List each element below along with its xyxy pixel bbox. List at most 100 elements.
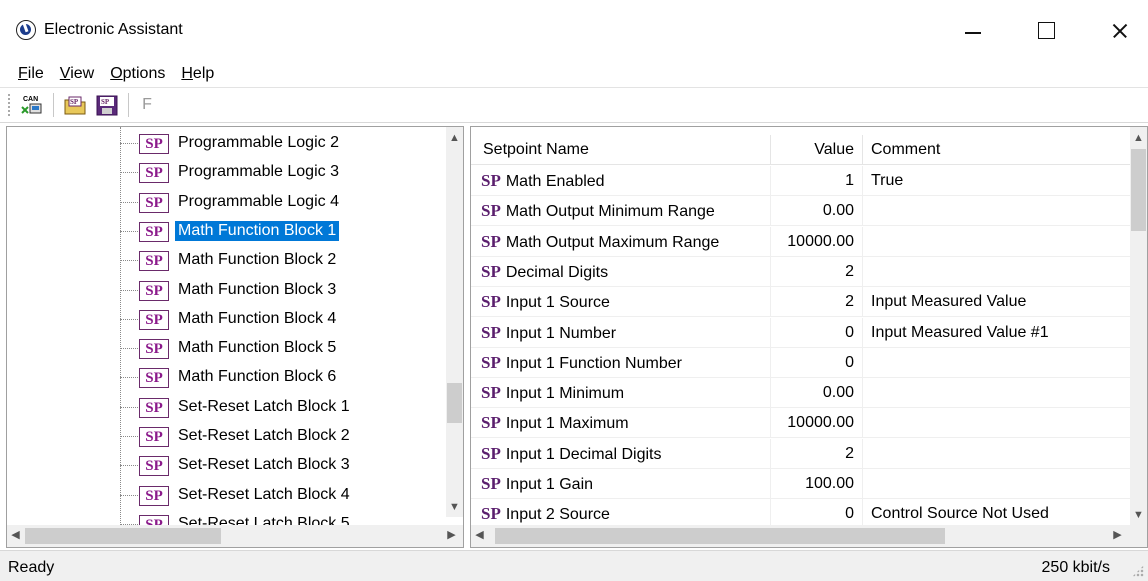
- setpoint-value-cell[interactable]: 0: [771, 347, 863, 378]
- setpoint-name-cell[interactable]: SP Input 1 Source: [471, 287, 771, 318]
- column-header-comment[interactable]: Comment: [863, 135, 1131, 165]
- setpoint-value-cell[interactable]: 0: [771, 317, 863, 348]
- setpoint-grid-pane[interactable]: Setpoint Name Value Comment SP Math Enabl…: [470, 126, 1148, 548]
- scroll-up-arrow-icon[interactable]: ▲: [1130, 130, 1147, 147]
- setpoint-value-cell[interactable]: 0.00: [771, 196, 863, 227]
- toolbar-grip[interactable]: [8, 94, 11, 116]
- menu-file[interactable]: File: [10, 63, 52, 83]
- can-connect-icon[interactable]: CAN: [19, 92, 45, 118]
- table-row[interactable]: SP Input 1 Number 0 Input Measured Value #1: [471, 317, 1131, 348]
- toolbar-separator: [128, 93, 129, 117]
- tree-item-label: Programmable Logic 4: [178, 192, 339, 210]
- tree-item[interactable]: SP Set-Reset Latch Block 1: [7, 393, 437, 422]
- setpoint-name-cell[interactable]: SP Math Enabled: [471, 166, 771, 196]
- tree-item[interactable]: SP Math Function Block 1: [7, 217, 437, 246]
- table-row[interactable]: SP Input 1 Function Number 0: [471, 347, 1131, 378]
- scroll-left-arrow-icon[interactable]: ◀: [7, 527, 24, 544]
- setpoint-name-cell[interactable]: SP Input 1 Maximum: [471, 408, 771, 439]
- setpoint-name-cell[interactable]: SP Math Output Minimum Range: [471, 196, 771, 227]
- setpoint-name-cell[interactable]: SP Input 1 Function Number: [471, 347, 771, 378]
- setpoint-value-cell[interactable]: 1: [771, 166, 863, 196]
- table-row[interactable]: SP Input 1 Minimum 0.00: [471, 378, 1131, 409]
- setpoint-name: Input 1 Function Number: [505, 354, 682, 372]
- setpoint-name: Input 1 Minimum: [505, 385, 625, 403]
- setpoint-name-cell[interactable]: SP Input 1 Decimal Digits: [471, 438, 771, 469]
- tree-item[interactable]: SP Math Function Block 2: [7, 246, 437, 275]
- tree-item[interactable]: SP Programmable Logic 3: [7, 158, 437, 187]
- minimize-button[interactable]: [948, 14, 994, 48]
- setpoint-value-cell[interactable]: 2: [771, 256, 863, 287]
- setpoint-value-cell[interactable]: 10000.00: [771, 408, 863, 439]
- menu-options[interactable]: Options: [102, 63, 173, 83]
- table-row[interactable]: SP Math Output Maximum Range 10000.00: [471, 226, 1131, 257]
- scroll-right-arrow-icon[interactable]: ▶: [443, 527, 460, 544]
- column-header-value[interactable]: Value: [771, 135, 863, 165]
- scroll-down-arrow-icon[interactable]: ▼: [1130, 507, 1147, 524]
- table-row[interactable]: SP Decimal Digits 2: [471, 256, 1131, 287]
- setpoint-name-cell[interactable]: SP Input 1 Minimum: [471, 378, 771, 409]
- setpoint-tree-pane[interactable]: SP Programmable Logic 2 SP Programmable Log…: [6, 126, 464, 548]
- tree-horizontal-scrollbar[interactable]: ◀ ▶: [7, 525, 463, 547]
- tree-item[interactable]: SP Programmable Logic 2: [7, 129, 437, 158]
- scroll-thumb[interactable]: [495, 528, 945, 544]
- setpoint-name: Input 1 Number: [505, 324, 617, 342]
- column-header-setpoint-name[interactable]: Setpoint Name: [471, 135, 771, 165]
- table-row[interactable]: SP Input 1 Maximum 10000.00: [471, 408, 1131, 439]
- tree-item[interactable]: SP Math Function Block 4: [7, 305, 437, 334]
- menu-help[interactable]: Help: [173, 63, 222, 83]
- scroll-thumb[interactable]: [1131, 149, 1146, 231]
- setpoint-value-cell[interactable]: 100.00: [771, 469, 863, 499]
- setpoint-value-cell[interactable]: 10000.00: [771, 226, 863, 257]
- setpoint-value-cell[interactable]: 2: [771, 438, 863, 469]
- grid-horizontal-scrollbar[interactable]: ◀ ▶: [471, 525, 1147, 547]
- tree-item[interactable]: SP Math Function Block 3: [7, 276, 437, 305]
- tree-item[interactable]: SP Math Function Block 6: [7, 363, 437, 392]
- table-row[interactable]: SP Math Enabled 1 True: [471, 166, 1131, 196]
- tree-item-label: Set-Reset Latch Block 2: [178, 427, 350, 444]
- scroll-right-arrow-icon[interactable]: ▶: [1109, 527, 1126, 544]
- setpoint-name: Math Output Maximum Range: [505, 233, 720, 251]
- table-row[interactable]: SP Math Output Minimum Range 0.00: [471, 196, 1131, 227]
- tree-vertical-scrollbar[interactable]: ▲ ▼: [446, 127, 463, 517]
- menu-view[interactable]: View: [52, 63, 102, 83]
- setpoint-name: Input 1 Maximum: [505, 415, 629, 433]
- setpoint-name-cell[interactable]: SP Math Output Maximum Range: [471, 226, 771, 257]
- tree-item[interactable]: SP Set-Reset Latch Block 4: [7, 481, 437, 510]
- setpoint-name-cell[interactable]: SP Input 1 Number: [471, 317, 771, 348]
- function-button[interactable]: F: [137, 96, 157, 114]
- resize-grip-icon[interactable]: [1132, 565, 1144, 577]
- setpoint-comment-cell: [863, 348, 1131, 378]
- setpoint-value-cell[interactable]: 0.00: [771, 378, 863, 409]
- maximize-button[interactable]: [1022, 14, 1068, 48]
- scroll-thumb[interactable]: [25, 528, 221, 544]
- title-bar: Electronic Assistant: [0, 0, 1148, 60]
- setpoint-name-cell[interactable]: SP Decimal Digits: [471, 256, 771, 287]
- setpoint-tag-icon: SP: [481, 474, 501, 493]
- setpoint-icon: SP: [139, 485, 169, 506]
- scroll-left-arrow-icon[interactable]: ◀: [471, 527, 488, 544]
- setpoint-comment-cell: Input Measured Value #1: [871, 323, 1049, 341]
- app-icon[interactable]: [16, 20, 36, 40]
- setpoint-icon: SP: [139, 280, 169, 301]
- grid-vertical-scrollbar[interactable]: ▲ ▼: [1130, 127, 1147, 527]
- tree-item[interactable]: SP Set-Reset Latch Block 2: [7, 422, 437, 451]
- table-row[interactable]: SP Input 1 Gain 100.00: [471, 469, 1131, 499]
- setpoint-comment-cell: [863, 378, 1131, 408]
- tree-item[interactable]: SP Math Function Block 5: [7, 334, 437, 363]
- setpoint-value-cell[interactable]: 2: [771, 287, 863, 318]
- scroll-down-arrow-icon[interactable]: ▼: [446, 499, 463, 516]
- tree-item[interactable]: SP Programmable Logic 4: [7, 188, 437, 217]
- setpoint-name-cell[interactable]: SP Input 1 Gain: [471, 469, 771, 499]
- tree-item-label: Math Function Block 3: [178, 280, 337, 298]
- setpoint-icon: SP: [139, 397, 169, 418]
- status-bar: Ready 250 kbit/s: [0, 550, 1148, 581]
- table-row[interactable]: SP Input 1 Decimal Digits 2: [471, 438, 1131, 469]
- scroll-up-arrow-icon[interactable]: ▲: [446, 130, 463, 147]
- close-button[interactable]: [1096, 14, 1142, 48]
- table-row[interactable]: SP Input 1 Source 2 Input Measured Value: [471, 287, 1131, 318]
- open-setpoint-file-icon[interactable]: SP: [62, 92, 88, 118]
- setpoint-tag-icon: SP: [481, 261, 501, 281]
- save-setpoint-file-icon[interactable]: SP: [94, 92, 120, 118]
- tree-item[interactable]: SP Set-Reset Latch Block 3: [7, 451, 437, 480]
- scroll-thumb[interactable]: [447, 383, 462, 423]
